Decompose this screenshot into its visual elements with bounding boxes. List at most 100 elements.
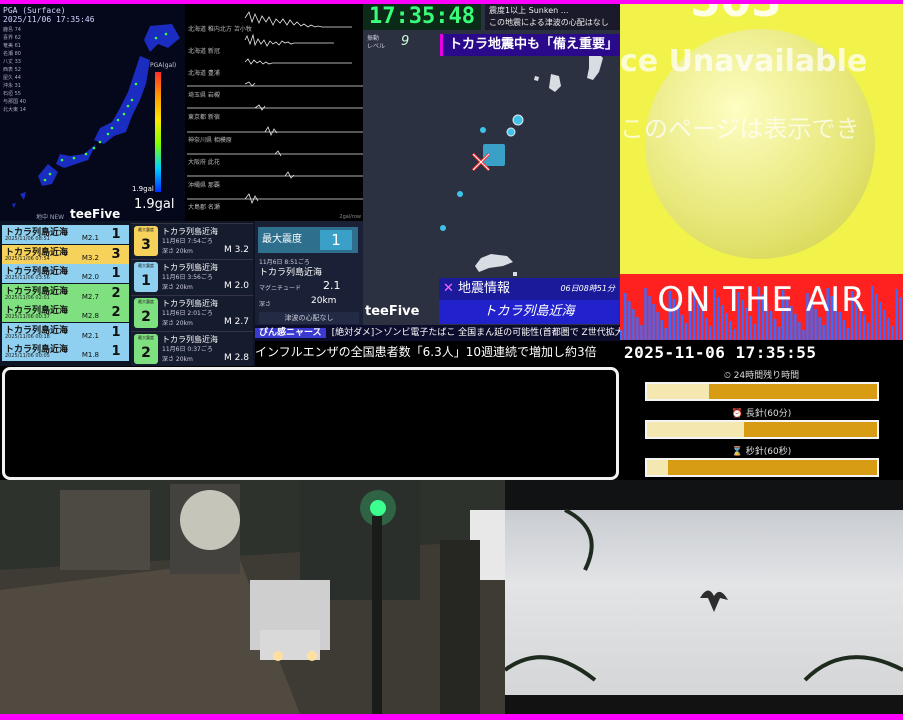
- visualizer-bar: [620, 330, 623, 340]
- station-list: 鹿島 74 喜界 62 奄美 61 名瀬 80 八丈 33 西表 52 屋久 4…: [3, 26, 26, 114]
- ticker-tag: ぴん感ニャース: [255, 328, 326, 338]
- timer-second-fill: [647, 460, 668, 475]
- timer-minute-fill: [647, 422, 744, 437]
- timer-minute-label: ⏰ 長針(60分): [731, 409, 792, 419]
- station-item: 名瀬 80: [3, 51, 21, 57]
- quake-info-area: トカラ列島近海: [439, 300, 619, 324]
- visualizer-bar: [664, 328, 667, 340]
- empty-frame: [2, 367, 619, 480]
- card-magnitude: M 2.7: [224, 317, 249, 327]
- row-date: 2025/11/06 07:54: [5, 255, 50, 262]
- map-caption: 地中 NEW: [36, 214, 65, 221]
- station-item: 奄美 61: [3, 43, 21, 49]
- card-time: 11月6日 2:01ごろ: [162, 310, 213, 317]
- row-date: 2025/11/06 02:01: [5, 294, 50, 301]
- quake-history-panel: トカラ列島近海 2025/11/06 08:51 M2.1 1 トカラ列島近海 2025/…: [0, 221, 255, 366]
- trace-label: 埼玉県 岩槻: [188, 92, 220, 99]
- station-item: 八丈 33: [3, 59, 21, 65]
- service-unavailable-panel: 503 ce Unavailable このページは表示でき: [620, 4, 903, 274]
- headline-banner: トカラ地震中も「備え重要」: [440, 34, 620, 56]
- map-timestamp: 2025/11/06 17:35:46: [3, 15, 95, 24]
- date-time-readout: 2025-11-06 17:35:55: [624, 343, 817, 362]
- map-header: PGA (Surface) 2025/11/06 17:35:46: [3, 6, 95, 24]
- magnitude-label: マグニチュード: [259, 285, 302, 292]
- visualizer-bar: [842, 320, 846, 340]
- quake-history-row: トカラ列島近海 2025/11/06 07:54 M3.2 3: [2, 244, 129, 264]
- intensity-badge-value: 1: [141, 273, 151, 289]
- error-title: ce Unavailable: [620, 44, 868, 79]
- trace-label: 神奈川県 相模原: [188, 137, 232, 144]
- trace-label: 大島郡 名瀬: [188, 204, 220, 211]
- tsunami-note-line: 震度1以上 Sunken ...: [489, 6, 569, 15]
- row-date: 2025/11/06 00:37: [5, 314, 50, 320]
- visualizer-bar: [818, 317, 821, 340]
- visualizer-bar: [636, 317, 639, 340]
- quake-card: 最大震度 3 トカラ列島近海 11月6日 7:54ごろ 深さ 20km M 3.2: [131, 223, 253, 263]
- quake-card: 最大震度 2 トカラ列島近海 11月6日 2:01ごろ 深さ 20km M 2.7: [131, 295, 253, 335]
- intensity-badge: 最大震度 3: [134, 226, 158, 256]
- row-intensity: 3: [111, 246, 121, 262]
- row-magnitude: M2.8: [81, 312, 99, 320]
- visualizer-bar: [777, 327, 781, 340]
- visualizer-bar: [640, 325, 643, 340]
- sky-scene: [505, 508, 903, 714]
- quake-card: 最大震度 1 トカラ列島近海 11月6日 3:56ごろ 深さ 20km M 2.0: [131, 259, 253, 299]
- trace-label: 北海道 豊浦: [188, 70, 220, 77]
- quake-info-title: 地震情報: [458, 281, 511, 296]
- error-code: 503: [690, 4, 782, 27]
- bird-silhouette: [700, 590, 728, 612]
- depth-label: 深さ: [259, 301, 272, 308]
- error-message: このページは表示でき: [620, 115, 860, 143]
- intensity-badge-value: 3: [141, 237, 151, 253]
- quake-history-row: トカラ列島近海 2025/11/06 02:01 M2.7 2: [2, 283, 129, 303]
- row-magnitude: M2.7: [81, 292, 99, 301]
- card-magnitude: M 2.0: [224, 281, 249, 291]
- trace-scale-label: 2gal/row: [339, 214, 361, 220]
- street-camera-feed: [0, 480, 505, 714]
- street-scene: [0, 480, 505, 714]
- timer-panel: 2025-11-06 17:35:55 ⏲ 24時間残り時間 ⏰ 長針(60分)…: [620, 340, 903, 480]
- intensity-badge-value: 2: [141, 309, 151, 325]
- intensity-badge-label: 最大震度: [138, 335, 154, 340]
- row-date: 2025/11/06 08:51: [5, 236, 50, 242]
- visualizer-bar: [684, 323, 688, 340]
- card-magnitude: M 2.8: [224, 353, 249, 363]
- pga-color-scale: [155, 72, 161, 192]
- row-intensity: 2: [111, 305, 121, 320]
- visualizer-bar: [773, 319, 777, 340]
- station-item: 石垣 55: [3, 91, 21, 97]
- visualizer-bar: [822, 325, 825, 340]
- card-time: 11月6日 7:54ごろ: [162, 238, 213, 245]
- timer-24h-bar: [645, 382, 879, 401]
- visualizer-bar: [867, 323, 870, 340]
- quake-detail-card: 最大震度 1 11月6日 8:51ごろ トカラ列島近海 マグニチュード 2.1 …: [255, 221, 363, 325]
- visualizer-bar: [709, 326, 712, 340]
- card-depth: 深さ 20km: [162, 248, 193, 255]
- row-intensity: 1: [111, 344, 121, 359]
- timer-second-bar: [645, 458, 879, 477]
- timer-minute-bar: [645, 420, 879, 439]
- visualizer-bar: [891, 326, 894, 340]
- card-depth: 深さ 20km: [162, 356, 193, 363]
- trace-label: 北海道 稚内北方 苫小牧: [188, 26, 252, 33]
- row-intensity: 1: [111, 227, 121, 242]
- quake-info-header: ✕ 地震情報 06日08時51分: [439, 278, 619, 300]
- intensity-map-panel: PGA (Surface) 2025/11/06 17:35:46 鹿島 74 …: [0, 4, 185, 221]
- row-intensity: 1: [111, 324, 121, 340]
- station-item: 西表 52: [3, 67, 21, 73]
- quake-info-time: 06日08時51分: [560, 284, 615, 293]
- quake-history-row: トカラ列島近海 2025/11/06 00:37 M2.8 2: [2, 303, 129, 322]
- depth-value: 20km: [311, 296, 337, 306]
- card-time: 11月6日 0:37ごろ: [162, 346, 213, 353]
- row-magnitude: M2.1: [81, 331, 99, 340]
- station-item: 鹿島 74: [3, 27, 21, 33]
- visualizer-bar: [733, 329, 736, 340]
- news-ticker: ぴん感ニャース [絶対ダメ]＞ゾンビ電子たばこ 全国まん延の可能性(首都圏で Z世…: [255, 325, 620, 341]
- station-item: 屋久 44: [3, 75, 21, 81]
- cross-icon: ✕: [443, 281, 454, 296]
- visualizer-bar: [705, 318, 708, 340]
- visualizer-bar: [846, 328, 850, 340]
- intensity-badge-value: 2: [141, 345, 151, 361]
- news-ticker-2: インフルエンザの全国患者数「6.3人」10週連続で増加し約3倍: [255, 342, 620, 362]
- gal-readout: 1.9gal: [134, 197, 175, 212]
